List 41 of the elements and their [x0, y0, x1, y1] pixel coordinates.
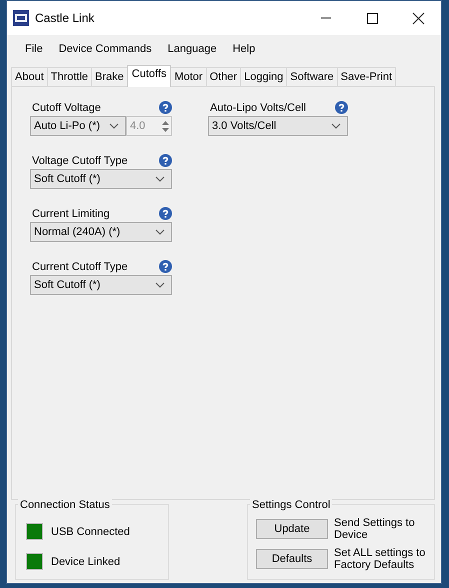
- dropdown[interactable]: 3.0 Volts/Cell: [208, 116, 348, 136]
- help-icon: [159, 101, 172, 114]
- field-label: Current Cutoff Type: [32, 260, 128, 272]
- menu-item[interactable]: Device Commands: [50, 41, 160, 63]
- maximize-icon: [366, 12, 378, 24]
- group-title: Connection Status: [18, 499, 112, 511]
- tab[interactable]: Save-Print: [336, 67, 396, 86]
- field-label: Auto-Lipo Volts/Cell: [210, 102, 306, 114]
- dropdown[interactable]: Normal (240A) (*): [30, 222, 172, 242]
- action-button[interactable]: Update: [256, 519, 328, 539]
- status-label: Device Linked: [51, 556, 120, 568]
- chevron-down-icon: [331, 123, 341, 129]
- menu-item[interactable]: File: [17, 41, 51, 63]
- chevron-down-icon: [155, 282, 165, 288]
- action-button[interactable]: Defaults: [256, 549, 328, 569]
- down-arrow-icon: [162, 128, 169, 132]
- close-icon: [412, 12, 424, 24]
- help-icon: [159, 154, 172, 167]
- up-arrow-icon: [162, 120, 169, 124]
- help-icon: [335, 101, 348, 114]
- action-description: Send Settings to Device: [334, 517, 416, 541]
- tab[interactable]: Cutoffs: [126, 65, 172, 87]
- dropdown[interactable]: Soft Cutoff (*): [30, 169, 172, 189]
- group-title: Settings Control: [250, 499, 332, 511]
- menu-item[interactable]: Help: [224, 41, 264, 63]
- field-label: Cutoff Voltage: [32, 102, 101, 114]
- chevron-down-icon: [155, 176, 165, 182]
- field-label: Voltage Cutoff Type: [32, 154, 128, 166]
- action-description: Set ALL settings to Factory Defaults: [334, 547, 426, 571]
- help-icon: [159, 260, 172, 273]
- menu-item[interactable]: Language: [160, 41, 225, 63]
- status-label: USB Connected: [51, 526, 130, 538]
- dropdown[interactable]: Soft Cutoff (*): [30, 275, 172, 295]
- dropdown[interactable]: Auto Li-Po (*): [30, 116, 126, 136]
- help-icon: [159, 207, 172, 220]
- app-logo-icon: [13, 10, 29, 26]
- field-label: Current Limiting: [32, 208, 110, 220]
- chevron-down-icon: [109, 123, 119, 129]
- window-title: Castle Link: [35, 11, 96, 25]
- tab[interactable]: About: [11, 67, 48, 86]
- chevron-down-icon: [155, 229, 165, 235]
